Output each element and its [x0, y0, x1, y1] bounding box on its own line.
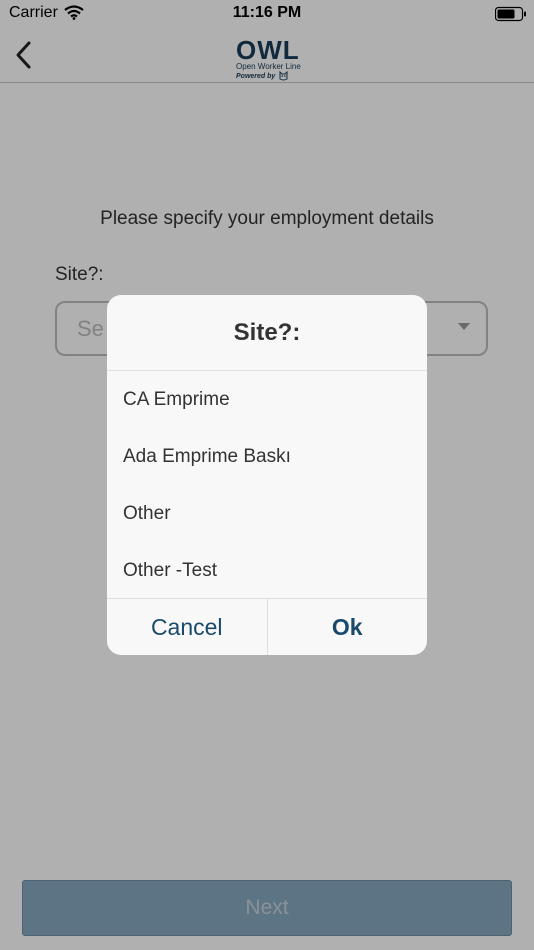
dialog-actions: Cancel Ok	[107, 598, 427, 655]
site-option[interactable]: Other -Test	[107, 542, 427, 599]
site-option[interactable]: CA Emprime	[107, 371, 427, 428]
cancel-button[interactable]: Cancel	[107, 599, 267, 655]
site-option-list: CA Emprime Ada Emprime Baskı Other Other…	[107, 371, 427, 599]
ok-button[interactable]: Ok	[266, 599, 428, 655]
site-picker-dialog: Site?: CA Emprime Ada Emprime Baskı Othe…	[107, 295, 427, 655]
dialog-title: Site?:	[107, 295, 427, 371]
site-option[interactable]: Ada Emprime Baskı	[107, 428, 427, 485]
site-option[interactable]: Other	[107, 485, 427, 542]
